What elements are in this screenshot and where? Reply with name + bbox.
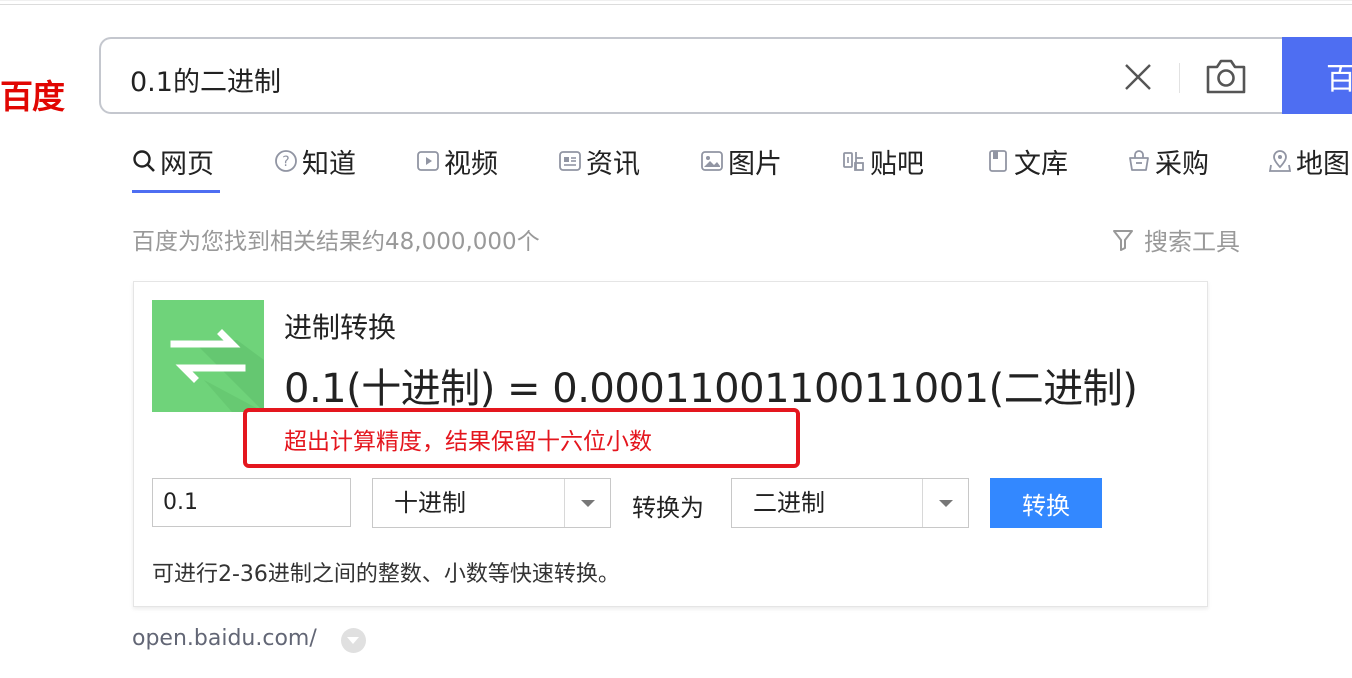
tab-label: 文库	[1014, 148, 1068, 180]
conversion-result: 0.1(十进制) = 0.0001100110011001(二进制)	[284, 366, 1138, 412]
filter-icon	[1113, 229, 1133, 251]
to-base-select[interactable]: 二进制	[731, 478, 969, 528]
from-base-select[interactable]: 十进制	[372, 478, 611, 528]
tab-video[interactable]: 视频	[416, 140, 498, 182]
tab-purchase[interactable]: 采购	[1127, 140, 1209, 182]
image-icon	[701, 151, 723, 171]
card-title[interactable]: 进制转换	[284, 306, 396, 346]
top-divider	[0, 4, 1352, 5]
tab-label: 采购	[1155, 148, 1209, 180]
source-dropdown-icon[interactable]	[341, 628, 366, 653]
convert-arrows-icon	[152, 300, 264, 412]
select-divider	[922, 479, 923, 527]
tab-label: 贴吧	[870, 148, 924, 180]
tab-zhidao[interactable]: ? 知道	[274, 140, 356, 182]
source-url[interactable]: open.baidu.com/	[132, 626, 317, 651]
search-input[interactable]	[130, 57, 1030, 101]
tab-label: 地图	[1296, 148, 1350, 180]
chevron-down-icon	[939, 500, 953, 507]
chevron-down-icon	[581, 500, 595, 507]
search-tools-label: 搜索工具	[1144, 228, 1240, 256]
news-icon	[559, 151, 581, 171]
clear-icon[interactable]	[1121, 60, 1155, 94]
search-button[interactable]: 百	[1282, 37, 1352, 114]
to-base-value: 二进制	[753, 489, 825, 517]
convert-button[interactable]: 转换	[990, 478, 1102, 528]
tab-web[interactable]: 网页	[132, 140, 214, 182]
tab-label: 图片	[728, 148, 782, 180]
top-border	[0, 0, 1352, 1]
camera-icon[interactable]	[1204, 56, 1248, 96]
tieba-icon	[843, 152, 864, 171]
result-count: 百度为您找到相关结果约48,000,000个	[132, 229, 540, 255]
tab-label: 知道	[302, 148, 356, 180]
convert-to-label: 转换为	[632, 494, 704, 522]
tab-label: 视频	[444, 148, 498, 180]
tab-map[interactable]: 地图	[1268, 140, 1350, 182]
tab-images[interactable]: 图片	[700, 140, 782, 182]
tab-wenku[interactable]: 文库	[986, 140, 1068, 182]
tab-label: 网页	[160, 148, 214, 180]
select-divider	[564, 479, 565, 527]
tab-label: 资讯	[586, 148, 640, 180]
from-base-value: 十进制	[394, 489, 466, 517]
question-circle-icon: ?	[275, 150, 297, 172]
active-tab-indicator	[132, 190, 220, 193]
map-icon	[1268, 150, 1292, 172]
document-icon	[989, 150, 1007, 172]
search-icon	[133, 150, 155, 172]
number-input[interactable]	[152, 478, 351, 527]
tab-news[interactable]: 资讯	[558, 140, 640, 182]
precision-note: 超出计算精度，结果保留十六位小数	[284, 429, 652, 455]
shopping-basket-icon	[1129, 150, 1149, 171]
svg-text:?: ?	[282, 154, 289, 170]
search-box-separator	[1179, 63, 1180, 93]
tab-tieba[interactable]: 贴吧	[842, 140, 924, 182]
card-description: 可进行2-36进制之间的整数、小数等快速转换。	[152, 562, 620, 587]
video-icon	[417, 151, 439, 171]
search-tools-button[interactable]: 搜索工具	[1112, 222, 1240, 257]
baidu-logo[interactable]: 百度	[0, 70, 65, 118]
